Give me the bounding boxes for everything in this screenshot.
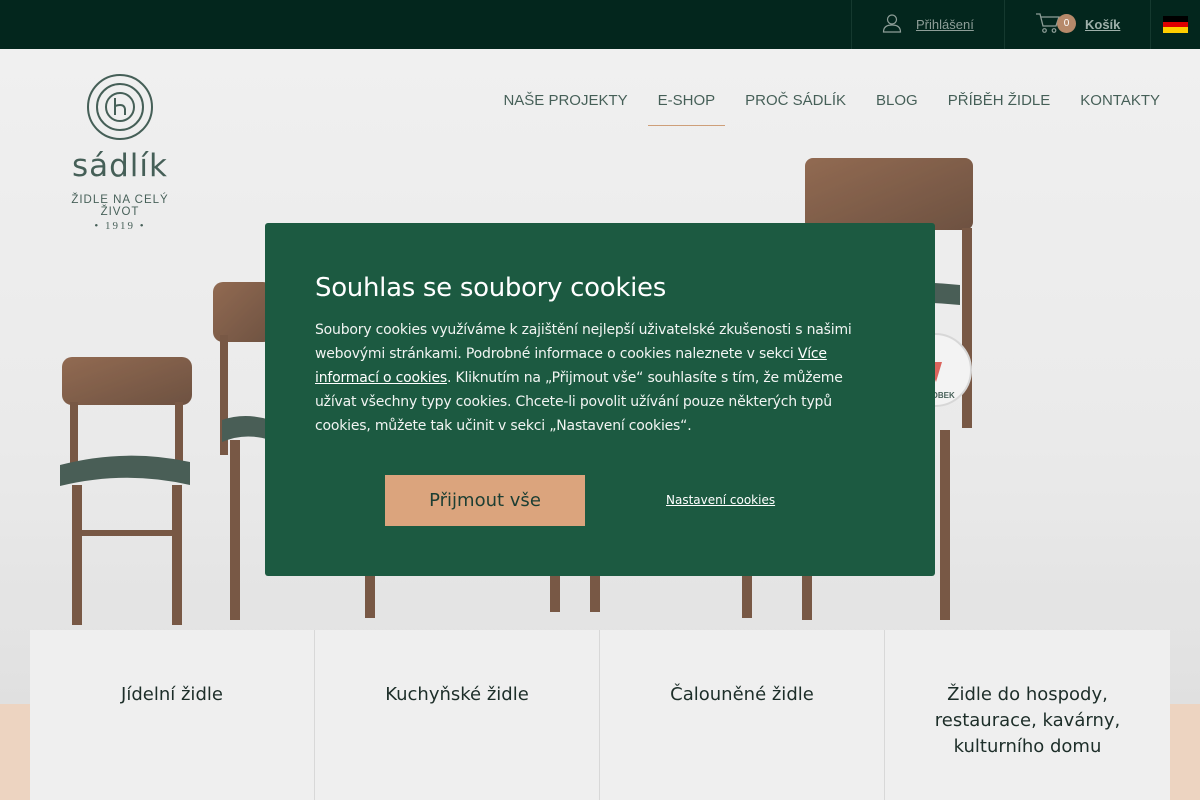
cookie-modal-text: Soubory cookies využíváme k zajištění ne… (315, 318, 885, 438)
german-flag-icon[interactable] (1163, 16, 1188, 34)
cookie-settings-link[interactable]: Nastavení cookies (666, 493, 775, 507)
cookie-consent-modal: Souhlas se soubory cookies Soubory cooki… (265, 223, 935, 576)
category-label: Kuchyňské židle (385, 684, 529, 705)
user-icon (882, 13, 902, 37)
cart-link[interactable]: 0 Košík (1004, 0, 1151, 49)
category-card-restaurant[interactable]: Židle do hospody, restaurace, kavárny, k… (885, 630, 1170, 800)
cart-label[interactable]: Košík (1085, 17, 1120, 32)
category-label: Jídelní židle (121, 684, 223, 705)
category-label: Židle do hospody, restaurace, kavárny, k… (934, 684, 1121, 757)
top-bar: Přihlášení 0 Košík (0, 0, 1200, 49)
category-label: Čalouněné židle (670, 684, 814, 705)
language-switcher[interactable] (1150, 0, 1200, 49)
cookie-modal-title: Souhlas se soubory cookies (315, 273, 666, 303)
category-card-dining[interactable]: Jídelní židle (30, 630, 315, 800)
cart-count-badge: 0 (1057, 14, 1076, 33)
cookie-text-part-1: Soubory cookies využíváme k zajištění ne… (315, 322, 852, 362)
category-card-upholstered[interactable]: Čalouněné židle (600, 630, 885, 800)
accept-all-button[interactable]: Přijmout vše (385, 475, 585, 526)
category-cards: Jídelní židle Kuchyňské židle Čalouněné … (30, 630, 1170, 800)
login-label[interactable]: Přihlášení (916, 17, 974, 32)
cookie-modal-actions: Přijmout vše Nastavení cookies (385, 475, 825, 526)
category-card-kitchen[interactable]: Kuchyňské židle (315, 630, 600, 800)
login-link[interactable]: Přihlášení (851, 0, 1005, 49)
